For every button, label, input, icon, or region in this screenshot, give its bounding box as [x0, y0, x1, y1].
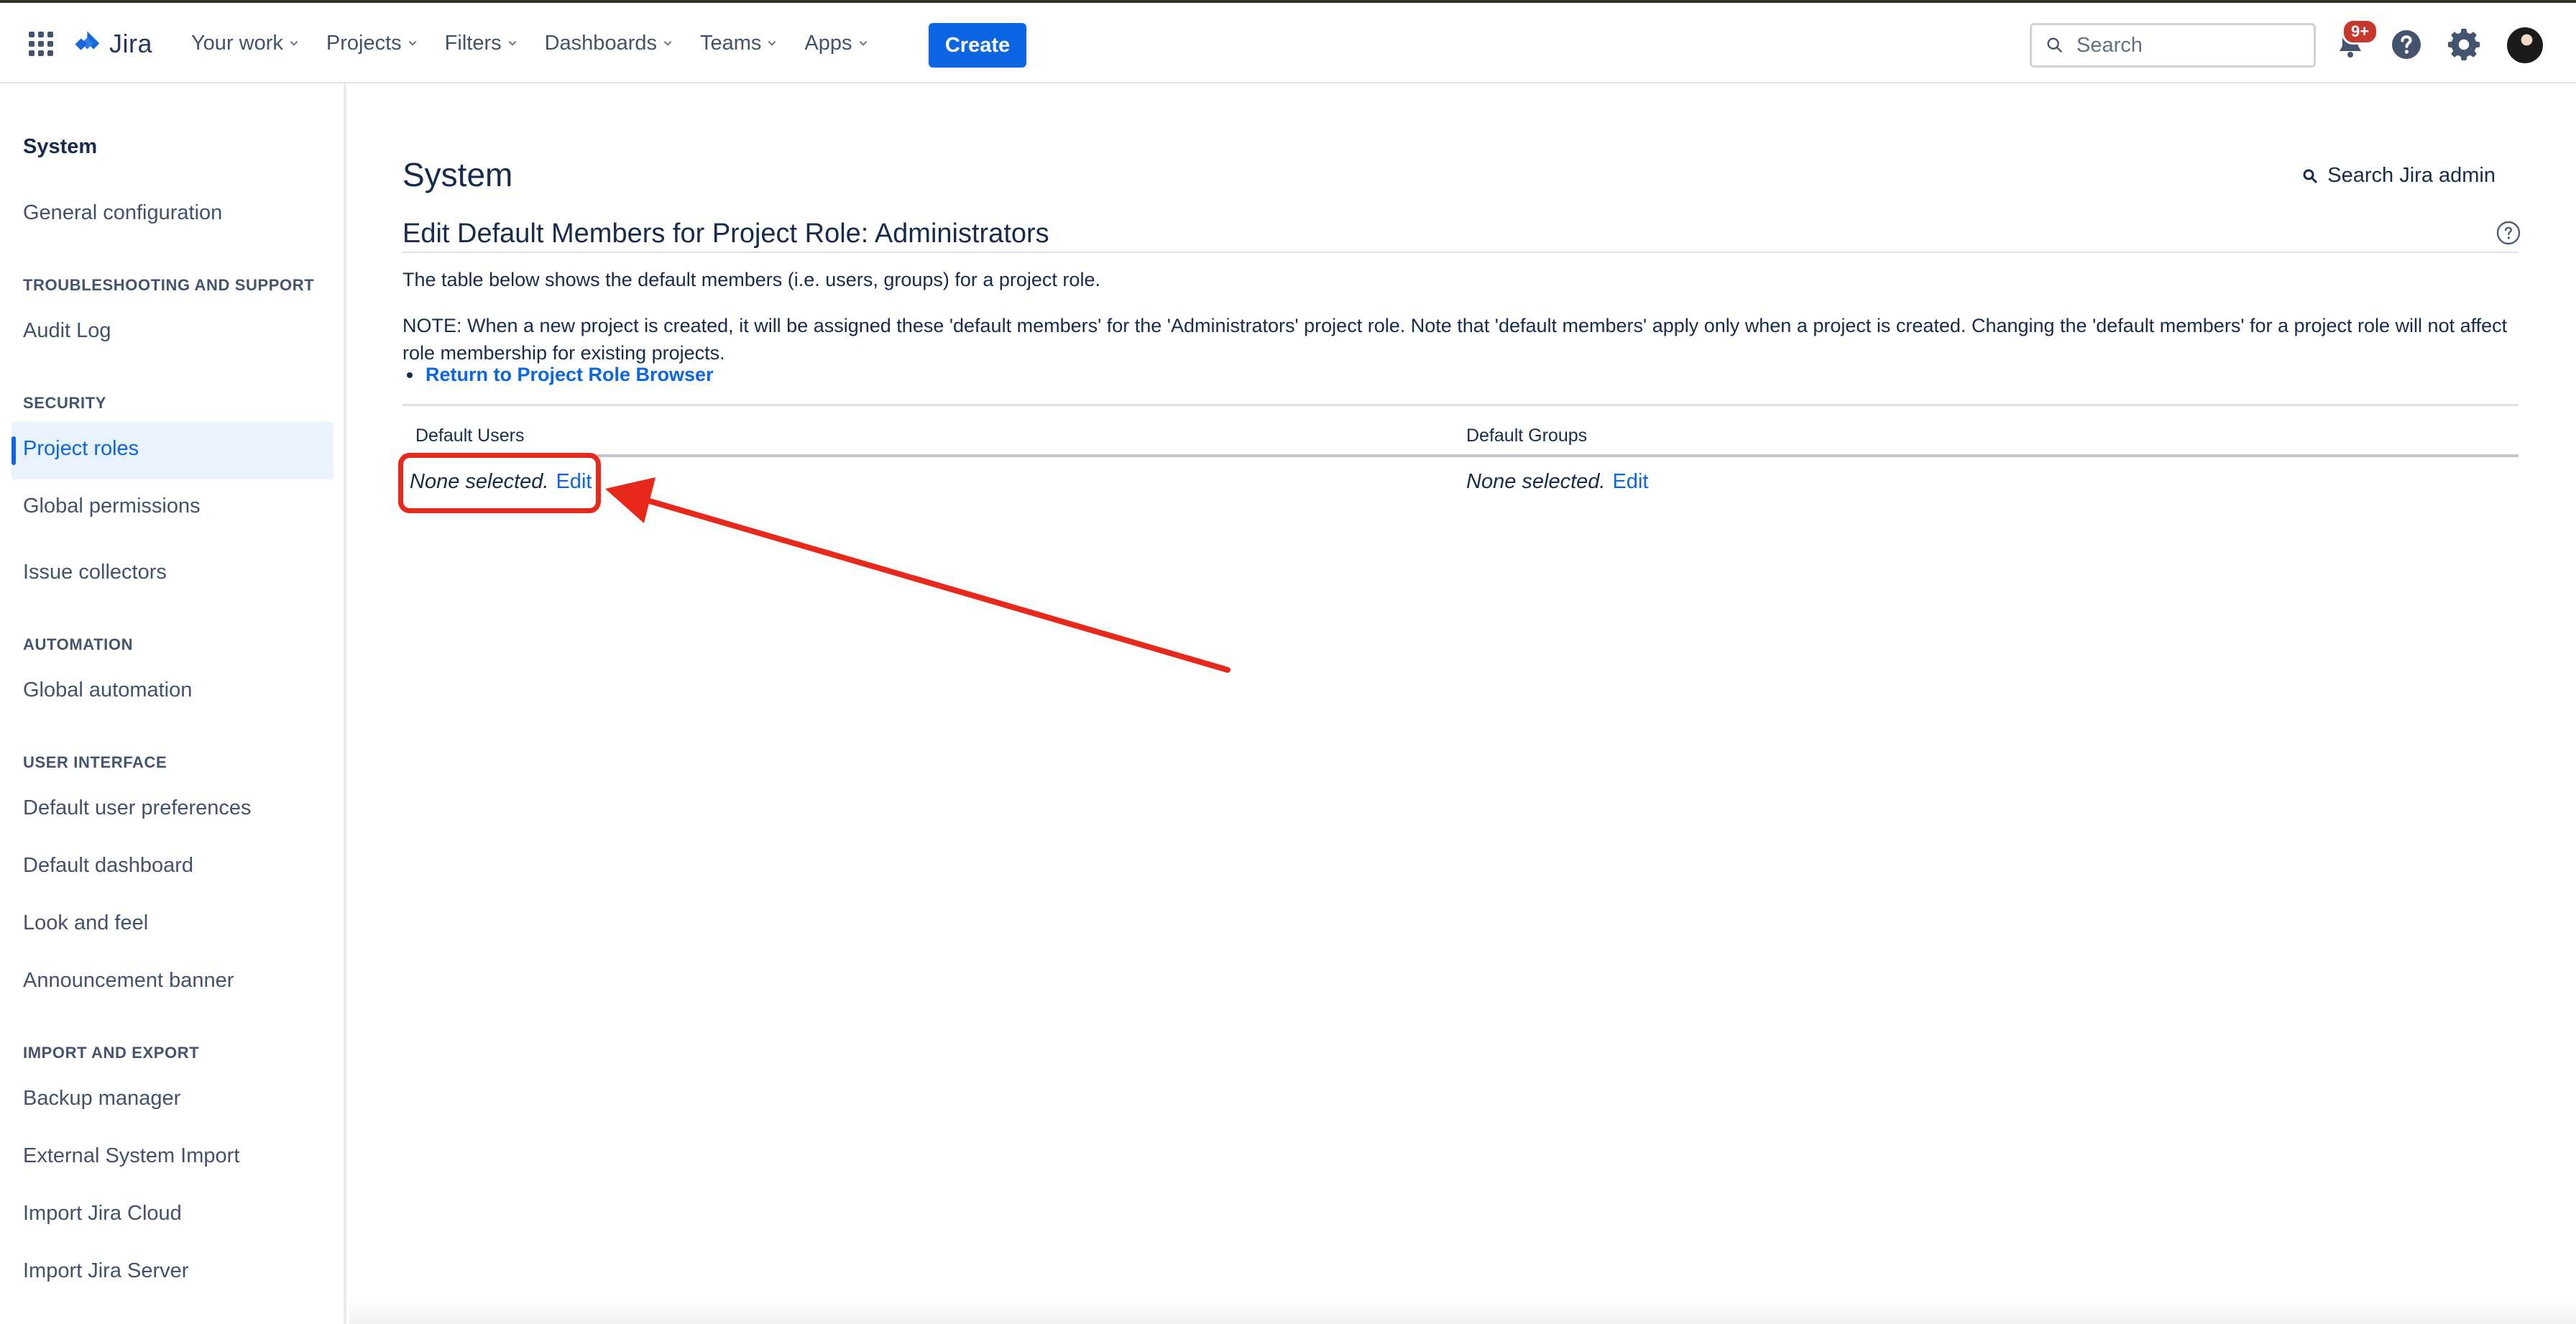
sidebar-heading-import-export: IMPORT AND EXPORT [23, 1044, 200, 1062]
note-text: NOTE: When a new project is created, it … [402, 315, 2508, 364]
app-switcher-icon[interactable] [29, 32, 53, 56]
users-none-selected: None selected. [410, 470, 549, 493]
sidebar-item-global-permissions[interactable]: Global permissions [23, 495, 201, 518]
sidebar-heading-user-interface: USER INTERFACE [23, 753, 167, 771]
groups-none-selected: None selected. [1466, 470, 1606, 493]
nav-label: Teams [699, 31, 762, 55]
jira-logo-text: Jira [109, 29, 153, 58]
global-search[interactable] [2030, 23, 2316, 68]
help-circle-icon[interactable] [2496, 220, 2521, 246]
search-jira-admin-label: Search Jira admin [2327, 164, 2496, 187]
sidebar-active-indicator [12, 436, 16, 465]
edit-default-users-link[interactable]: Edit [556, 470, 592, 494]
nav-your-work[interactable]: Your work [191, 32, 299, 55]
section-title: Edit Default Members for Project Role: A… [402, 219, 1049, 249]
sidebar-item-announcement-banner[interactable]: Announcement banner [23, 969, 234, 993]
sidebar-item-general-configuration[interactable]: General configuration [23, 201, 222, 225]
jira-logo-icon [75, 31, 100, 57]
sidebar-item-backup-manager[interactable]: Backup manager [23, 1087, 180, 1111]
chevron-down-icon [859, 41, 867, 46]
nav-label: Dashboards [544, 31, 657, 55]
back-link-row: Return to Project Role Browser [407, 364, 714, 386]
chevron-down-icon [290, 41, 298, 46]
return-to-project-role-browser-link[interactable]: Return to Project Role Browser [426, 364, 714, 386]
user-avatar[interactable] [2507, 27, 2543, 63]
search-input[interactable] [2076, 33, 2292, 58]
title-divider [402, 252, 2518, 253]
sidebar-item-import-jira-cloud[interactable]: Import Jira Cloud [23, 1202, 182, 1226]
sidebar-item-external-system-import[interactable]: External System Import [23, 1144, 239, 1168]
default-groups-cell: None selected. Edit [1466, 470, 1648, 494]
nav-dashboards[interactable]: Dashboards [545, 32, 673, 55]
chevron-down-icon [663, 41, 672, 46]
column-header-default-groups: Default Groups [1466, 426, 1588, 446]
description-text: The table below shows the default member… [402, 269, 1100, 290]
column-header-default-users: Default Users [415, 426, 525, 446]
nav-apps[interactable]: Apps [804, 32, 868, 55]
nav-label: Apps [804, 31, 852, 55]
chevron-down-icon [508, 41, 516, 46]
sidebar-heading-automation: AUTOMATION [23, 635, 134, 653]
sidebar-item-import-jira-server[interactable]: Import Jira Server [23, 1259, 188, 1283]
chevron-down-icon [768, 41, 776, 46]
sidebar-item-default-user-preferences[interactable]: Default user preferences [23, 796, 252, 820]
nav-label: Your work [191, 31, 283, 55]
nav-label: Projects [326, 31, 402, 55]
nav-label: Filters [444, 31, 502, 55]
table-header-divider [402, 454, 2518, 457]
sidebar-item-audit-log[interactable]: Audit Log [23, 319, 111, 343]
sidebar-item-issue-collectors[interactable]: Issue collectors [23, 561, 167, 584]
main-content: System Search Jira admin Edit Default Me… [349, 83, 2576, 1324]
admin-sidebar: System General configuration TROUBLESHOO… [0, 83, 346, 1324]
sidebar-title: System [23, 135, 98, 158]
sidebar-item-look-and-feel[interactable]: Look and feel [23, 911, 148, 935]
search-icon [2303, 169, 2318, 183]
bullet-icon [407, 372, 413, 378]
jira-logo[interactable]: Jira [73, 26, 152, 62]
edit-default-groups-link[interactable]: Edit [1612, 470, 1648, 494]
search-icon [2047, 37, 2063, 53]
create-button[interactable]: Create [929, 23, 1026, 68]
page-title: System [402, 156, 513, 193]
nav-teams[interactable]: Teams [700, 32, 777, 55]
sidebar-item-default-dashboard[interactable]: Default dashboard [23, 854, 193, 878]
chevron-down-icon [408, 41, 416, 46]
nav-projects[interactable]: Projects [326, 32, 418, 55]
main-nav: Your work Projects Filters Dashboards Te… [191, 3, 896, 83]
table-top-divider [402, 404, 2518, 406]
top-navigation-bar: Jira Your work Projects Filters Dashboar… [0, 0, 2576, 83]
bottom-shadow [349, 1301, 2576, 1324]
sidebar-item-project-roles[interactable]: Project roles [23, 437, 139, 461]
settings-gear-icon[interactable] [2447, 27, 2481, 62]
nav-filters[interactable]: Filters [445, 32, 518, 55]
search-jira-admin-link[interactable]: Search Jira admin [2301, 164, 2496, 188]
sidebar-heading-troubleshooting: TROUBLESHOOTING AND SUPPORT [23, 276, 315, 294]
help-icon[interactable] [2389, 27, 2424, 62]
sidebar-item-global-automation[interactable]: Global automation [23, 679, 192, 702]
notification-count-badge: 9+ [2342, 19, 2379, 45]
sidebar-heading-security: SECURITY [23, 394, 107, 412]
default-users-cell: None selected. Edit [410, 470, 592, 494]
